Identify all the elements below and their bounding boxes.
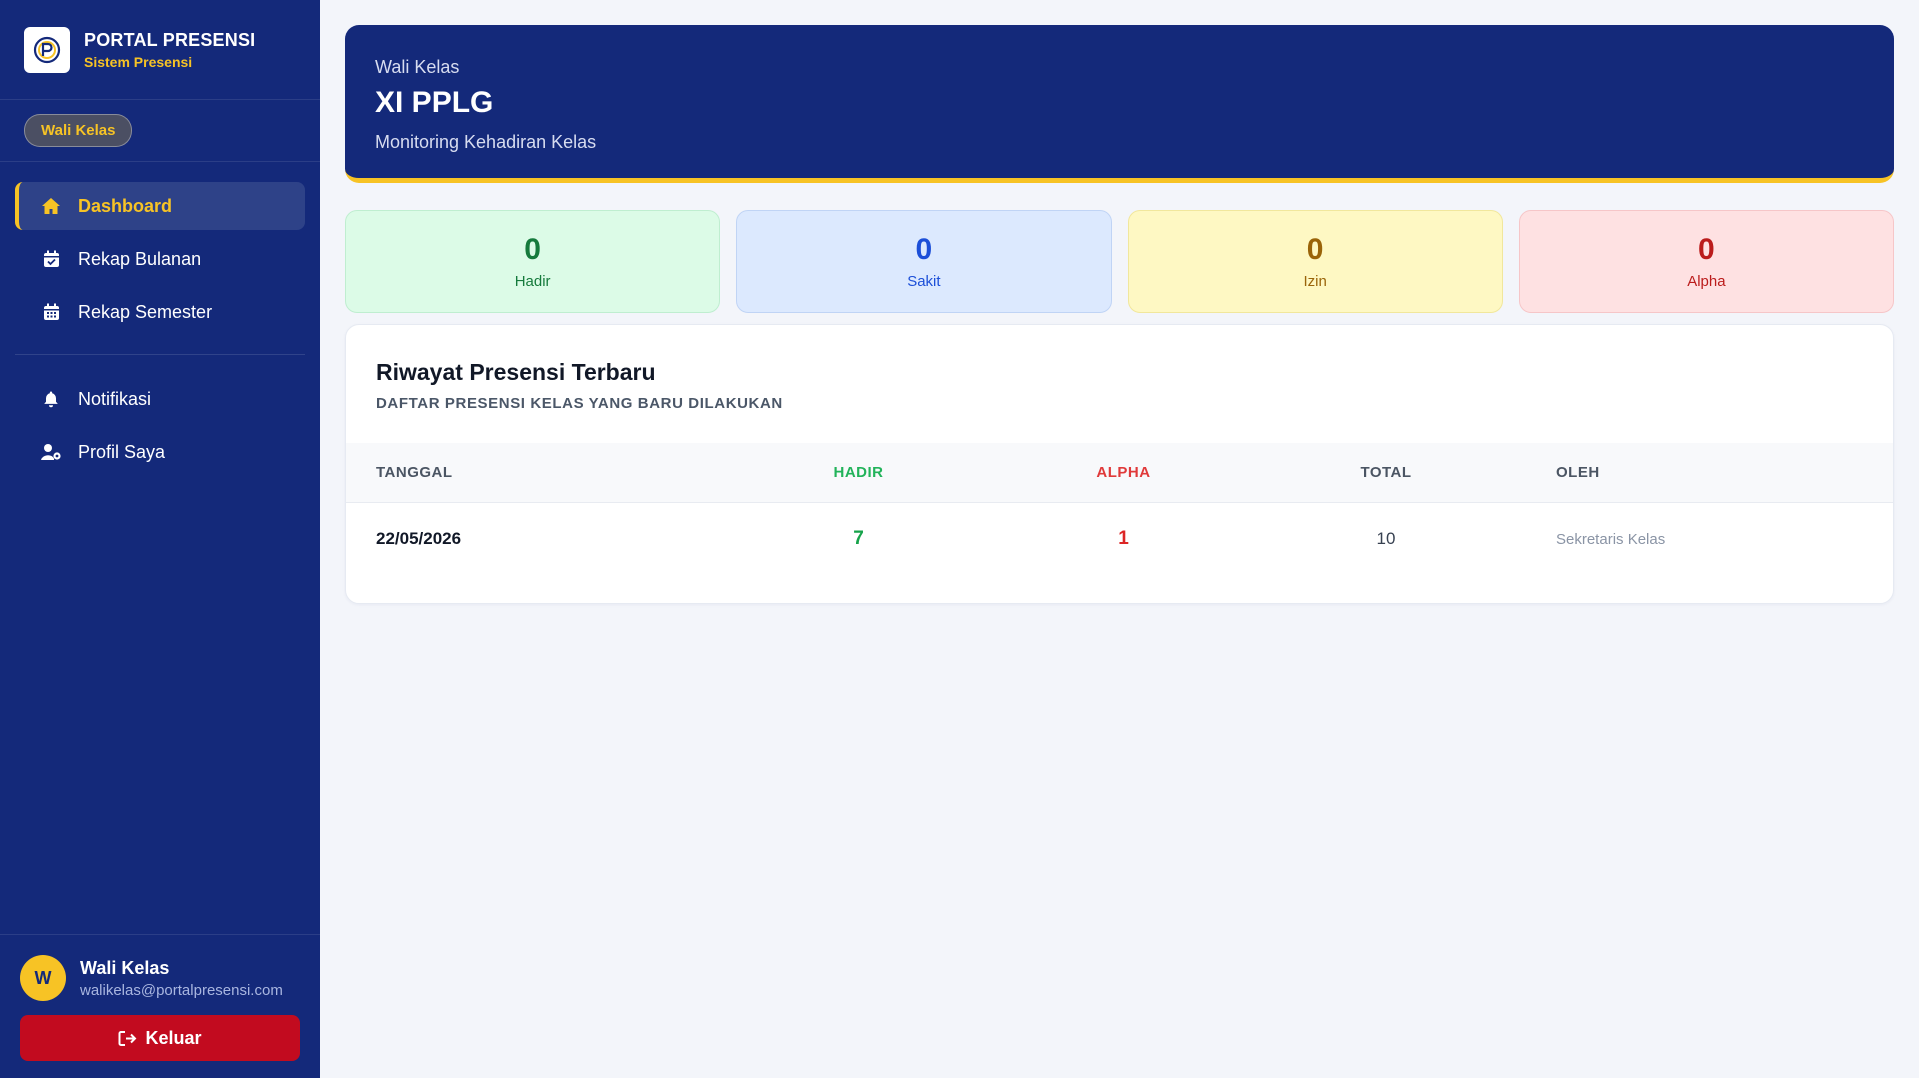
column-header-tanggal: TANGGAL bbox=[376, 464, 453, 481]
sidebar-item-label: Rekap Bulanan bbox=[78, 248, 202, 269]
hero-banner: Wali Kelas XI PPLG Monitoring Kehadiran … bbox=[345, 25, 1894, 183]
sidebar-item-label: Notifikasi bbox=[78, 388, 152, 409]
stat-card-sakit: 0 Sakit bbox=[736, 210, 1112, 313]
user-gear-icon bbox=[40, 441, 62, 463]
user-profile[interactable]: W Wali Kelas walikelas@portalpresensi.co… bbox=[20, 955, 300, 1001]
stat-label: Izin bbox=[1303, 273, 1327, 290]
sidebar-item-notifikasi[interactable]: Notifikasi bbox=[15, 375, 305, 423]
logout-button[interactable]: Keluar bbox=[20, 1015, 300, 1061]
history-subtitle: DAFTAR PRESENSI KELAS YANG BARU DILAKUKA… bbox=[376, 395, 783, 412]
calendar-check-icon bbox=[40, 248, 62, 270]
sidebar-item-label: Rekap Semester bbox=[78, 301, 213, 322]
stat-card-alpha: 0 Alpha bbox=[1518, 210, 1894, 313]
sidebar-item-rekap-semester[interactable]: Rekap Semester bbox=[15, 288, 305, 336]
table-row[interactable]: 22/05/2026 7 1 10 Sekretaris Kelas bbox=[346, 503, 1893, 575]
sidebar-nav: Dashboard Rekap Bulanan Rekap Semester N… bbox=[0, 162, 320, 481]
stats-row: 0 Hadir 0 Sakit 0 Izin 0 Alpha bbox=[345, 210, 1894, 313]
nav-divider bbox=[15, 354, 305, 355]
cell-oleh: Sekretaris Kelas bbox=[1556, 530, 1666, 548]
sidebar-item-profil-saya[interactable]: Profil Saya bbox=[15, 428, 305, 476]
stat-value: 0 bbox=[915, 233, 933, 266]
bell-icon bbox=[40, 388, 62, 410]
app-root: PORTAL PRESENSI Sistem Presensi Wali Kel… bbox=[0, 0, 1919, 1078]
column-header-hadir: HADIR bbox=[833, 464, 884, 481]
brand-subtitle: Sistem Presensi bbox=[84, 53, 193, 70]
cell-tanggal: 22/05/2026 bbox=[376, 529, 462, 548]
cell-alpha: 1 bbox=[1118, 528, 1129, 549]
sidebar-item-label: Profil Saya bbox=[78, 441, 166, 462]
stat-label: Hadir bbox=[514, 273, 551, 290]
user-area: W Wali Kelas walikelas@portalpresensi.co… bbox=[0, 934, 320, 1078]
user-name: Wali Kelas bbox=[80, 957, 170, 978]
hero-role: Wali Kelas bbox=[375, 57, 460, 77]
avatar: W bbox=[20, 955, 66, 1001]
hero-description: Monitoring Kehadiran Kelas bbox=[375, 132, 597, 152]
logout-icon bbox=[118, 1030, 137, 1047]
stat-value: 0 bbox=[1306, 233, 1324, 266]
stat-card-hadir: 0 Hadir bbox=[345, 210, 721, 313]
column-header-total: TOTAL bbox=[1360, 464, 1412, 481]
cell-total: 10 bbox=[1376, 529, 1396, 548]
stat-value: 0 bbox=[1698, 233, 1715, 266]
home-icon bbox=[40, 195, 62, 217]
column-header-oleh: OLEH bbox=[1556, 464, 1600, 481]
sidebar-item-rekap-bulanan[interactable]: Rekap Bulanan bbox=[15, 235, 305, 283]
column-header-alpha: ALPHA bbox=[1096, 464, 1151, 481]
sidebar-item-dashboard[interactable]: Dashboard bbox=[15, 182, 305, 230]
cell-hadir: 7 bbox=[853, 528, 864, 549]
user-email: walikelas@portalpresensi.com bbox=[80, 981, 283, 999]
role-badge: Wali Kelas bbox=[24, 114, 133, 147]
history-card: Riwayat Presensi Terbaru DAFTAR PRESENSI… bbox=[345, 324, 1894, 604]
history-title: Riwayat Presensi Terbaru bbox=[376, 359, 656, 385]
brand-text: PORTAL PRESENSI Sistem Presensi bbox=[84, 30, 255, 70]
table-header: TANGGAL HADIR ALPHA TOTAL OLEH bbox=[346, 443, 1893, 503]
sidebar-item-label: Dashboard bbox=[78, 195, 173, 216]
history-card-header: Riwayat Presensi Terbaru DAFTAR PRESENSI… bbox=[346, 325, 1893, 443]
logout-label: Keluar bbox=[145, 1027, 202, 1048]
brand-title: PORTAL PRESENSI bbox=[84, 29, 256, 50]
sidebar: PORTAL PRESENSI Sistem Presensi Wali Kel… bbox=[0, 0, 320, 1078]
stat-value: 0 bbox=[524, 233, 541, 266]
main-content: Wali Kelas XI PPLG Monitoring Kehadiran … bbox=[320, 0, 1919, 1078]
user-info: Wali Kelas walikelas@portalpresensi.com bbox=[80, 958, 283, 999]
portal-logo-icon bbox=[24, 26, 70, 73]
page-title: XI PPLG bbox=[375, 86, 494, 119]
stat-label: Sakit bbox=[907, 273, 941, 290]
stat-card-izin: 0 Izin bbox=[1127, 210, 1503, 313]
stat-label: Alpha bbox=[1687, 273, 1726, 290]
brand[interactable]: PORTAL PRESENSI Sistem Presensi bbox=[0, 0, 320, 100]
calendar-grid-icon bbox=[40, 301, 62, 323]
role-wrap: Wali Kelas bbox=[0, 100, 320, 162]
